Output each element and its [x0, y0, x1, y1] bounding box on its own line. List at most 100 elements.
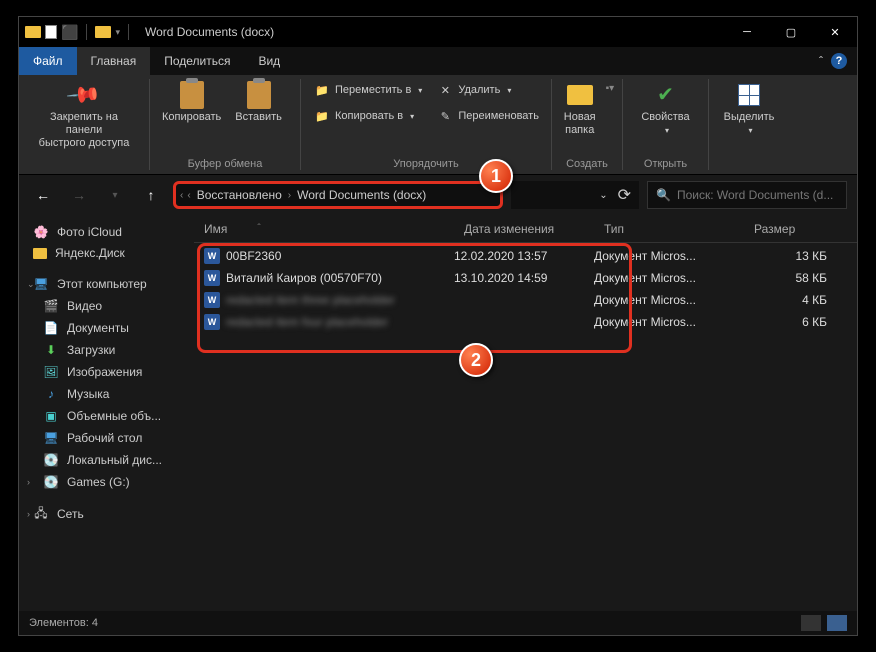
- column-date[interactable]: Дата изменения: [454, 222, 594, 236]
- sidebar-item-yandex[interactable]: Яндекс.Диск: [19, 243, 194, 263]
- new-folder-icon: [567, 85, 593, 105]
- sidebar-item-pictures[interactable]: 🖼Изображения: [19, 361, 194, 383]
- sidebar-item-3d[interactable]: ▣Объемные объ...: [19, 405, 194, 427]
- check-icon: ⬛: [61, 24, 78, 41]
- tab-share[interactable]: Поделиться: [150, 47, 244, 75]
- video-icon: 🎬: [43, 298, 59, 314]
- file-list-pane: Имяˆ Дата изменения Тип Размер W00BF2360…: [194, 215, 857, 611]
- sidebar-item-network[interactable]: ›🖧Сеть: [19, 503, 194, 525]
- menubar: Файл Главная Поделиться Вид ˆ ?: [19, 47, 857, 75]
- chevron-right-icon: ›: [288, 190, 291, 201]
- collapse-ribbon-icon[interactable]: ˆ: [819, 54, 823, 68]
- navbar: ← → ▾ ↑ ‹ ‹ Восстановлено › Word Documen…: [19, 175, 857, 215]
- sidebar-item-localdisk[interactable]: 💽Локальный дис...: [19, 449, 194, 471]
- separator: [86, 24, 87, 40]
- tab-home[interactable]: Главная: [77, 47, 151, 75]
- dropdown-icon[interactable]: ⌄: [599, 190, 607, 201]
- file-row[interactable]: W00BF2360 12.02.2020 13:57 Документ Micr…: [194, 245, 857, 267]
- pictures-icon: 🖼: [43, 364, 59, 380]
- word-icon: W: [204, 292, 220, 308]
- sidebar-item-thispc[interactable]: ⌄🖥Этот компьютер: [19, 273, 194, 295]
- column-size[interactable]: Размер: [744, 222, 857, 236]
- file-row[interactable]: WВиталий Каиров (00570F70) 13.10.2020 14…: [194, 267, 857, 289]
- column-name[interactable]: Имяˆ: [194, 222, 454, 236]
- word-icon: W: [204, 248, 220, 264]
- folder-icon: [95, 26, 111, 38]
- search-placeholder: Поиск: Word Documents (d...: [677, 188, 833, 202]
- clipboard-icon: [180, 81, 204, 109]
- sidebar-item-music[interactable]: ♪Музыка: [19, 383, 194, 405]
- sidebar-item-downloads[interactable]: ⬇Загрузки: [19, 339, 194, 361]
- sidebar-item-documents[interactable]: 📄Документы: [19, 317, 194, 339]
- search-icon: 🔍: [656, 188, 671, 202]
- sidebar-item-video[interactable]: 🎬Видео: [19, 295, 194, 317]
- sidebar-item-desktop[interactable]: 🖥Рабочий стол: [19, 427, 194, 449]
- copy-button[interactable]: Копировать: [158, 79, 225, 126]
- column-type[interactable]: Тип: [594, 222, 744, 236]
- document-icon: [45, 25, 57, 39]
- file-row[interactable]: Wredacted item four placeholder Документ…: [194, 311, 857, 333]
- callout-badge-2: 2: [459, 343, 493, 377]
- address-bar[interactable]: ‹ ‹ Восстановлено › Word Documents (docx…: [173, 181, 503, 209]
- rename-icon: ✎: [436, 107, 454, 125]
- tab-file[interactable]: Файл: [19, 47, 77, 75]
- tab-view[interactable]: Вид: [244, 47, 294, 75]
- chevron-left-icon[interactable]: ‹: [187, 190, 190, 201]
- window-controls: ─ ▢ ✕: [725, 17, 857, 47]
- select-button[interactable]: Выделить▾: [720, 79, 779, 138]
- checkmark-icon: ✔: [657, 83, 674, 107]
- sidebar-item-icloud[interactable]: 🌸Фото iCloud: [19, 221, 194, 243]
- folder-icon: [25, 26, 41, 38]
- chevron-left-icon[interactable]: ‹: [180, 190, 183, 201]
- recent-dropdown[interactable]: ▾: [101, 181, 129, 209]
- expand-icon[interactable]: ›: [27, 509, 30, 519]
- column-headers[interactable]: Имяˆ Дата изменения Тип Размер: [194, 215, 857, 243]
- callout-badge-1: 1: [479, 159, 513, 193]
- window-title: Word Documents (docx): [145, 25, 274, 39]
- pin-quick-access-button[interactable]: 📌 Закрепить на панели быстрого доступа: [27, 79, 141, 153]
- explorer-window: ⬛ ▾ Word Documents (docx) ─ ▢ ✕ Файл Гла…: [18, 16, 858, 636]
- help-icon[interactable]: ?: [831, 53, 847, 69]
- minimize-button[interactable]: ─: [725, 17, 769, 47]
- new-folder-button[interactable]: Новая папка: [560, 79, 600, 139]
- statusbar: Элементов: 4: [19, 611, 857, 635]
- details-view-button[interactable]: [801, 615, 821, 631]
- maximize-button[interactable]: ▢: [769, 17, 813, 47]
- close-button[interactable]: ✕: [813, 17, 857, 47]
- file-row[interactable]: Wredacted item three placeholder Докумен…: [194, 289, 857, 311]
- sidebar-item-games[interactable]: ›💽Games (G:): [19, 471, 194, 493]
- move-to-button[interactable]: 📁Переместить в▾: [309, 79, 426, 101]
- group-new-label: Создать: [560, 156, 614, 170]
- copy-to-icon: 📁: [313, 107, 331, 125]
- rename-button[interactable]: ✎Переименовать: [432, 105, 543, 127]
- properties-button[interactable]: ✔ Свойства▾: [637, 79, 693, 138]
- copy-to-button[interactable]: 📁Копировать в▾: [309, 105, 426, 127]
- titlebar: ⬛ ▾ Word Documents (docx) ─ ▢ ✕: [19, 17, 857, 47]
- back-button[interactable]: ←: [29, 181, 57, 209]
- word-icon: W: [204, 314, 220, 330]
- forward-button[interactable]: →: [65, 181, 93, 209]
- ribbon: 📌 Закрепить на панели быстрого доступа К…: [19, 75, 857, 175]
- large-icons-view-button[interactable]: [827, 615, 847, 631]
- up-button[interactable]: ↑: [137, 181, 165, 209]
- qat-dropdown[interactable]: ▾: [115, 27, 120, 38]
- icloud-icon: 🌸: [33, 224, 49, 240]
- content-area: 🌸Фото iCloud Яндекс.Диск ⌄🖥Этот компьюте…: [19, 215, 857, 611]
- delete-button[interactable]: ✕Удалить▾: [432, 79, 543, 101]
- paste-button[interactable]: Вставить: [231, 79, 286, 126]
- expand-icon[interactable]: ⌄: [27, 279, 35, 290]
- refresh-icon[interactable]: ⟳: [618, 185, 631, 205]
- search-input[interactable]: 🔍 Поиск: Word Documents (d...: [647, 181, 847, 209]
- pin-icon: 📌: [65, 76, 103, 114]
- navigation-pane[interactable]: 🌸Фото iCloud Яндекс.Диск ⌄🖥Этот компьюте…: [19, 215, 194, 611]
- word-icon: W: [204, 270, 220, 286]
- file-rows: W00BF2360 12.02.2020 13:57 Документ Micr…: [194, 243, 857, 333]
- breadcrumb-part[interactable]: Word Documents (docx): [295, 188, 428, 202]
- folder-icon: [33, 248, 47, 259]
- breadcrumb-part[interactable]: Восстановлено: [195, 188, 284, 202]
- clipboard-icon: [247, 81, 271, 109]
- new-item-dropdown[interactable]: ▪▾: [606, 79, 615, 94]
- separator: [128, 24, 129, 40]
- expand-icon[interactable]: ›: [27, 477, 30, 487]
- pc-icon: 🖥: [33, 276, 49, 292]
